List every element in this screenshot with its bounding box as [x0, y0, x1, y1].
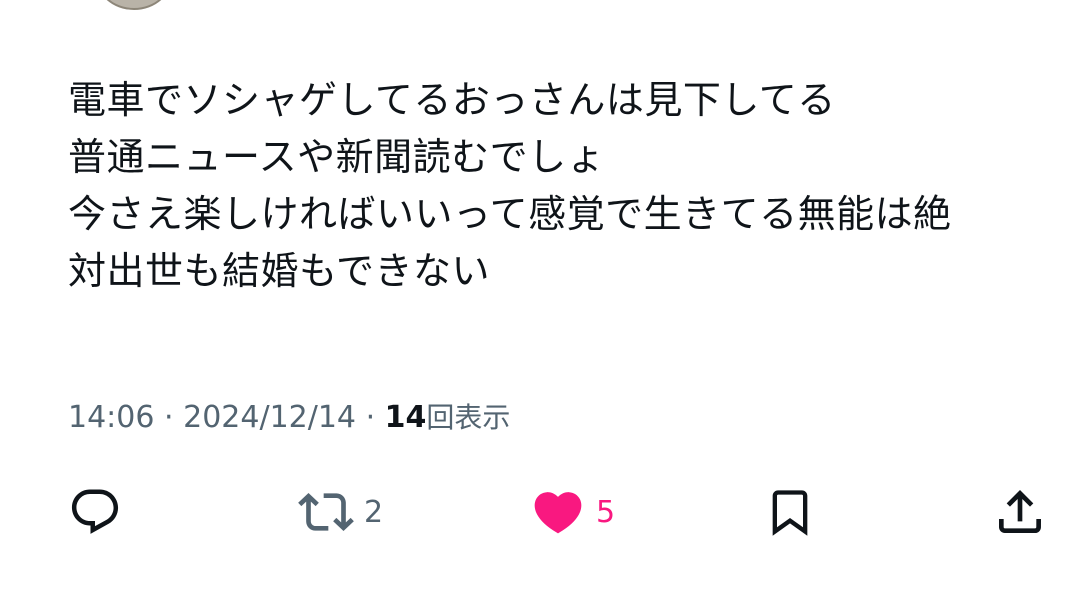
tweet-text: 電車でソシャゲしてるおっさんは見下してる 普通ニュースや新聞読むでしょ 今さえ楽… [68, 72, 1058, 300]
bookmark-button[interactable] [764, 480, 816, 544]
views-count: 14 [384, 400, 427, 435]
retweet-count: 2 [364, 494, 384, 530]
tweet-line: 電車でソシャゲしてるおっさんは見下してる [68, 78, 836, 122]
tweet-line: 今さえ楽しければいいって感覚で生きてる無能は絶 [68, 192, 952, 236]
views-label: 回表示 [426, 401, 511, 434]
reply-button[interactable] [68, 480, 122, 544]
share-icon [992, 484, 1048, 540]
avatar[interactable] [95, 0, 173, 10]
like-count: 5 [596, 494, 616, 530]
reply-icon [68, 485, 122, 539]
share-button[interactable] [992, 480, 1048, 544]
action-bar: 2 5 [0, 480, 1089, 544]
tweet-line: 対出世も結婚もできない [68, 249, 490, 293]
bookmark-icon [764, 484, 816, 540]
retweet-button[interactable]: 2 [298, 480, 383, 544]
tweet-time[interactable]: 14:06 [68, 400, 154, 435]
tweet-date[interactable]: 2024/12/14 [183, 400, 356, 435]
heart-icon [530, 484, 586, 540]
like-button[interactable]: 5 [530, 480, 615, 544]
retweet-icon [298, 484, 354, 540]
meta-separator: · [164, 400, 174, 435]
tweet-meta: 14:06 · 2024/12/14 · 14回表示 [68, 398, 510, 438]
meta-separator: · [365, 400, 376, 435]
tweet-line: 普通ニュースや新聞読むでしょ [68, 135, 606, 179]
